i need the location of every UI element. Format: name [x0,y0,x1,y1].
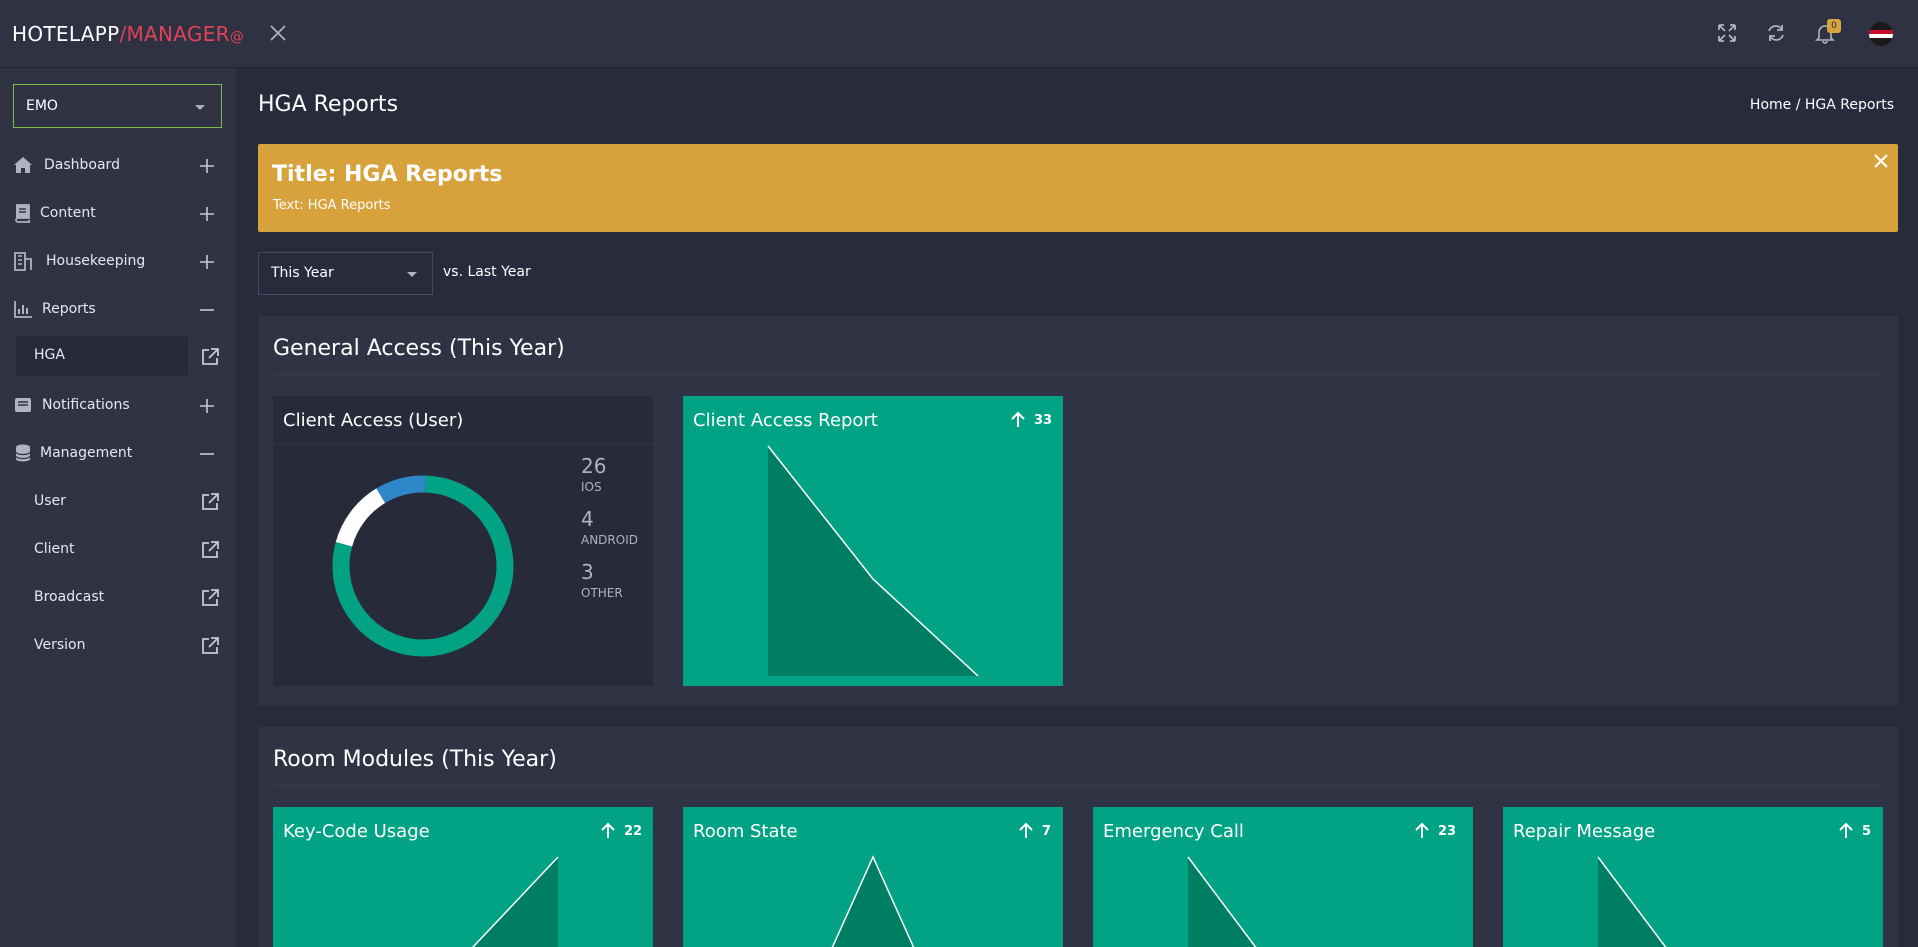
room-state-card[interactable]: Room State 7 [683,807,1063,947]
logo-mark: @ [229,29,245,45]
external-link-icon[interactable] [200,588,220,608]
period-select[interactable]: This Year [258,252,433,295]
comparison-label: vs. Last Year [443,264,531,280]
repair-message-card[interactable]: Repair Message 5 [1503,807,1883,947]
stat-label-android: ANDROID [581,533,638,547]
sidebar-subitem-label: User [34,493,66,509]
sidebar-item-label: Content [40,205,96,221]
sidebar-subitem-broadcast[interactable]: Broadcast [16,578,188,618]
sidebar-item-dashboard[interactable]: Dashboard [0,146,236,186]
client-access-donut-chart [332,475,514,657]
sidebar-subitem-label: Broadcast [34,589,105,605]
divider [273,444,653,445]
section-heading: Room Modules (This Year) [273,747,557,772]
card-title: Client Access (User) [283,410,464,431]
top-bar: HOTELAPP/MANAGER@ 0 [0,0,1918,68]
minus-icon[interactable] [199,302,215,318]
logo-text-hotelapp: HOTELAPP [12,22,120,46]
book-icon [15,204,30,223]
sidebar-subitem-client[interactable]: Client [16,530,188,570]
emergency-call-sparkline [1187,856,1257,947]
sidebar-item-housekeeping[interactable]: Housekeeping [0,242,236,282]
sidebar-item-reports[interactable]: Reports [0,290,236,330]
sidebar-item-label: Housekeeping [46,253,146,269]
hotel-select-value: EMO [26,98,58,114]
section-heading: General Access (This Year) [273,336,565,361]
home-icon [14,157,32,173]
sidebar-subitem-label: Version [34,637,86,653]
alert-text: Text: HGA Reports [273,198,391,213]
language-flag-icon[interactable] [1869,22,1893,46]
sidebar-item-label: Notifications [42,397,130,413]
stat-value-android: 4 [581,507,594,531]
key-code-usage-card[interactable]: Key-Code Usage 22 [273,807,653,947]
general-access-panel: General Access (This Year) Client Access… [258,316,1898,706]
external-link-icon[interactable] [200,540,220,560]
breadcrumb[interactable]: Home / HGA Reports [1750,97,1894,113]
sidebar-item-label: Dashboard [44,157,120,173]
key-code-usage-sparkline [472,856,559,947]
sidebar-subitem-version[interactable]: Version [16,626,188,666]
logo-text-manager: /MANAGER [119,22,230,46]
plus-icon[interactable] [199,254,215,270]
divider [273,374,1883,375]
sidebar-subitem-user[interactable]: User [16,482,188,522]
close-sidebar-icon[interactable] [268,23,288,43]
bar-chart-icon [14,301,32,318]
fullscreen-icon[interactable] [1716,22,1738,44]
client-access-user-card: Client Access (User) 26 IOS 4 ANDROID 3 … [273,396,653,686]
plus-icon[interactable] [199,398,215,414]
stat-label-ios: IOS [581,480,602,494]
client-access-report-sparkline [767,445,979,677]
building-icon [14,252,32,271]
database-icon [15,444,31,462]
page-title: HGA Reports [258,92,399,117]
info-alert: Title: HGA Reports Text: HGA Reports [258,144,1898,232]
period-select-value: This Year [271,265,334,281]
sidebar-item-management[interactable]: Management [0,434,236,474]
divider [273,785,1883,786]
inbox-icon [15,398,31,412]
sidebar-item-label: Reports [42,301,96,317]
close-icon[interactable] [1873,153,1889,169]
minus-icon[interactable] [199,446,215,462]
plus-icon[interactable] [199,206,215,222]
app-logo[interactable]: HOTELAPP/MANAGER@ [12,22,244,46]
sidebar-item-content[interactable]: Content [0,194,236,234]
donut-slice-android [335,488,386,547]
stat-value-ios: 26 [581,454,607,478]
notifications-button[interactable]: 0 [1814,19,1841,44]
chevron-down-icon [195,105,205,110]
sidebar-item-notifications[interactable]: Notifications [0,386,236,426]
sidebar: EMO Dashboard Content Housekeeping Repor… [0,68,236,947]
donut-slice-other [376,475,426,504]
sidebar-subitem-hga[interactable]: HGA [16,336,188,376]
sidebar-subitem-label: Client [34,541,75,557]
hotel-select[interactable]: EMO [13,84,222,128]
sidebar-item-label: Management [40,445,133,461]
refresh-icon[interactable] [1765,22,1787,44]
alert-title: Title: HGA Reports [272,162,503,187]
notification-count-badge: 0 [1827,19,1841,33]
client-access-report-card[interactable]: Client Access Report 33 [683,396,1063,686]
sidebar-subitem-label: HGA [34,347,65,363]
room-modules-panel: Room Modules (This Year) Key-Code Usage … [258,727,1898,947]
stat-value-other: 3 [581,560,594,584]
external-link-icon[interactable] [200,636,220,656]
chevron-down-icon [407,272,417,277]
room-state-sparkline [831,855,915,947]
external-link-icon[interactable] [200,347,220,367]
stat-label-other: OTHER [581,586,623,600]
external-link-icon[interactable] [200,492,220,512]
plus-icon[interactable] [199,158,215,174]
emergency-call-card[interactable]: Emergency Call 23 [1093,807,1473,947]
repair-message-sparkline [1597,856,1667,947]
